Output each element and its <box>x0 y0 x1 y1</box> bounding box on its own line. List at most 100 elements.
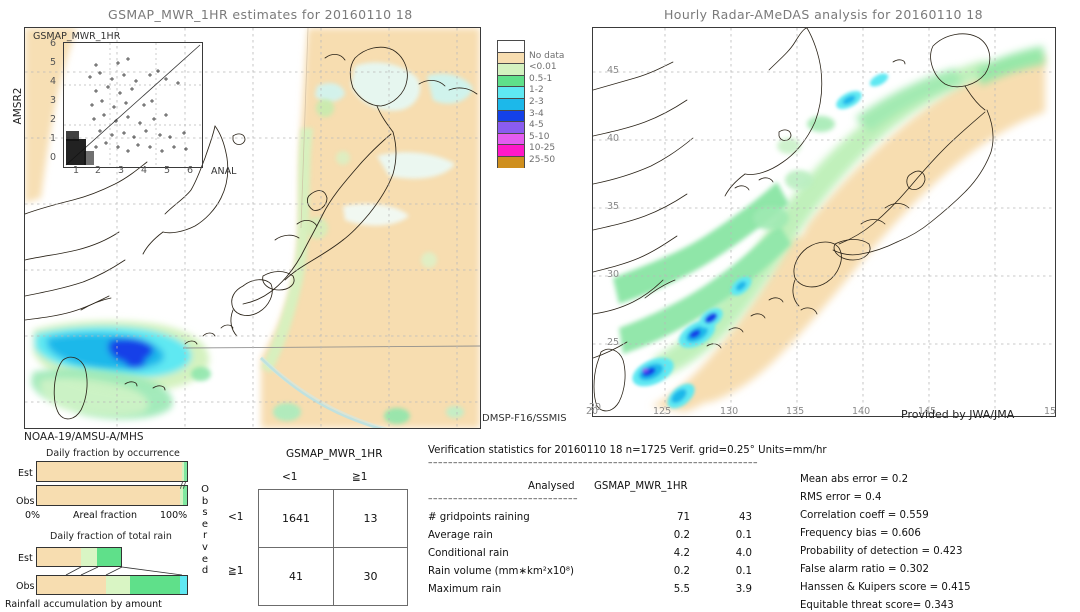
contingency-row-header-0: <1 <box>228 511 244 523</box>
colorbar-swatch-3 <box>497 74 525 87</box>
metric-estimate-4: 3.9 <box>735 584 752 595</box>
colorbar-swatch-6 <box>497 109 525 122</box>
right-map-panel[interactable] <box>592 27 1056 417</box>
left-panel-y-axis-label: AMSR2 <box>12 76 24 136</box>
inset-ytick-4: 4 <box>50 76 57 87</box>
metric-estimate-0: 43 <box>739 512 752 523</box>
colorbar-swatch-1 <box>497 51 525 64</box>
total-rain-obs-label: Obs <box>16 581 35 592</box>
scatter-inset[interactable] <box>63 42 203 168</box>
observed-char-3: e <box>201 518 209 530</box>
observed-char-4: r <box>202 530 208 542</box>
metric-label-4: Maximum rain <box>428 584 502 595</box>
score-row-6: Hanssen & Kuipers score = 0.415 <box>800 582 971 593</box>
observed-char-7: d <box>201 565 209 577</box>
bar-segment-1 <box>106 576 130 594</box>
contingency-col-header-1: ≧1 <box>352 471 368 483</box>
occurrence-axis-min: 0% <box>25 510 41 521</box>
contingency-table[interactable]: 1641 13 41 30 <box>258 489 409 606</box>
amsr2-label: AMSR2 <box>12 87 24 125</box>
observed-char-6: e <box>201 553 209 565</box>
right-ytick-25: 25 <box>607 337 620 348</box>
colorbar-swatch-0 <box>497 40 525 52</box>
right-xtick-135: 135 <box>786 406 805 417</box>
occurrence-obs-label: Obs <box>16 496 35 507</box>
inset-ytick-1: 1 <box>50 133 57 144</box>
bar-segment-0 <box>37 548 81 566</box>
score-row-1: RMS error = 0.4 <box>800 492 882 503</box>
score-row-0: Mean abs error = 0.2 <box>800 474 909 485</box>
colorbar-swatch-2 <box>497 63 525 75</box>
inset-ytick-6: 6 <box>50 38 57 49</box>
bar-segment-2 <box>97 548 121 566</box>
colorbar-label-8: 5-10 <box>529 131 550 142</box>
metric-label-1: Average rain <box>428 530 493 541</box>
colorbar-swatch-8 <box>497 132 525 145</box>
right-xtick-125: 125 <box>653 406 672 417</box>
colorbar-swatch-10 <box>497 155 525 168</box>
cell-0-1: 13 <box>332 489 409 548</box>
cell-1-1: 30 <box>332 547 409 606</box>
bar-segment-2 <box>184 462 187 481</box>
score-row-7: Equitable threat score= 0.343 <box>800 600 954 611</box>
colorbar-label-3: 0.5-1 <box>529 73 553 84</box>
colorbar-swatch-7 <box>497 121 525 133</box>
inset-title: GSMAP_MWR_1HR <box>33 31 121 42</box>
right-xtick-140: 140 <box>852 406 871 417</box>
occurrence-est-label: Est <box>18 468 33 479</box>
occurrence-chart-title: Daily fraction by occurrence <box>46 448 180 459</box>
metric-analysed-4: 5.5 <box>673 584 690 595</box>
colorbar-label-1: No data <box>529 50 565 61</box>
observed-char-0: O <box>201 484 209 495</box>
inset-xtick-1: 1 <box>73 165 80 176</box>
metric-estimate-3: 0.1 <box>735 566 752 577</box>
inset-xtick-6: 6 <box>187 165 194 176</box>
observed-char-5: v <box>202 541 208 553</box>
metric-label-2: Conditional rain <box>428 548 509 559</box>
right-ytick-30: 30 <box>607 269 620 280</box>
occurrence-axis-label: Areal fraction <box>73 510 138 521</box>
contingency-row-axis-label: Observed <box>199 484 211 577</box>
jwa-jma-credit: Provided by JWA/JMA <box>901 408 1015 421</box>
metric-estimate-1: 0.1 <box>735 530 752 541</box>
total-rain-est-label: Est <box>18 553 33 564</box>
colorbar-label-6: 3-4 <box>529 108 544 119</box>
verification-header: Verification statistics for 20160110 18 … <box>428 445 827 456</box>
colorbar-label-4: 1-2 <box>529 85 544 96</box>
right-ytick-45: 45 <box>607 65 620 76</box>
verification-col-product: GSMAP_MWR_1HR <box>594 481 688 492</box>
inset-xtick-4: 4 <box>141 165 148 176</box>
table-row: 1641 13 <box>258 489 409 548</box>
occurrence-break-mark: // <box>180 481 187 491</box>
score-row-5: False alarm ratio = 0.302 <box>800 564 929 575</box>
score-row-2: Correlation coeff = 0.559 <box>800 510 929 521</box>
total-rain-connectors <box>65 566 183 576</box>
occurrence-axis-max: 100% <box>160 510 188 521</box>
verification-sub-divider: –––––––––––––––––––––––––––––– <box>428 494 578 504</box>
colorbar-label-9: 10-25 <box>529 143 556 154</box>
table-row: 41 30 <box>258 547 409 606</box>
cell-1-0: 41 <box>258 547 334 606</box>
inset-x-axis-label: ANAL <box>211 166 237 177</box>
total-rain-obs-bar <box>36 575 188 595</box>
occurrence-obs-bar <box>36 485 188 506</box>
dmsp-sensor-label: DMSP-F16/SSMIS <box>482 413 567 424</box>
observed-char-1: b <box>201 495 209 507</box>
right-xtick-130: 130 <box>720 406 739 417</box>
inset-xtick-2: 2 <box>95 165 102 176</box>
contingency-col-header-0: <1 <box>282 471 298 483</box>
left-map-panel[interactable]: GSMAP_MWR_1HR ANAL 6 5 4 3 2 1 0 1 2 3 4… <box>24 27 481 429</box>
inset-xtick-3: 3 <box>118 165 125 176</box>
right-xtick-150: 15 <box>1044 406 1057 417</box>
colorbar-swatch-4 <box>497 86 525 98</box>
verification-divider: ––––––––––––––––––––––––––––––––––––––––… <box>428 458 758 468</box>
colorbar-swatch-5 <box>497 97 525 110</box>
metric-analysed-3: 0.2 <box>673 566 690 577</box>
bar-segment-3 <box>179 576 187 594</box>
bar-segment-2 <box>130 576 180 594</box>
bar-segment-0 <box>37 486 180 505</box>
inset-ytick-2: 2 <box>50 114 57 125</box>
colorbar-label-5: 2-3 <box>529 97 544 107</box>
contingency-row-header-1: ≧1 <box>228 565 244 577</box>
verification-col-analysed: Analysed <box>528 481 575 492</box>
